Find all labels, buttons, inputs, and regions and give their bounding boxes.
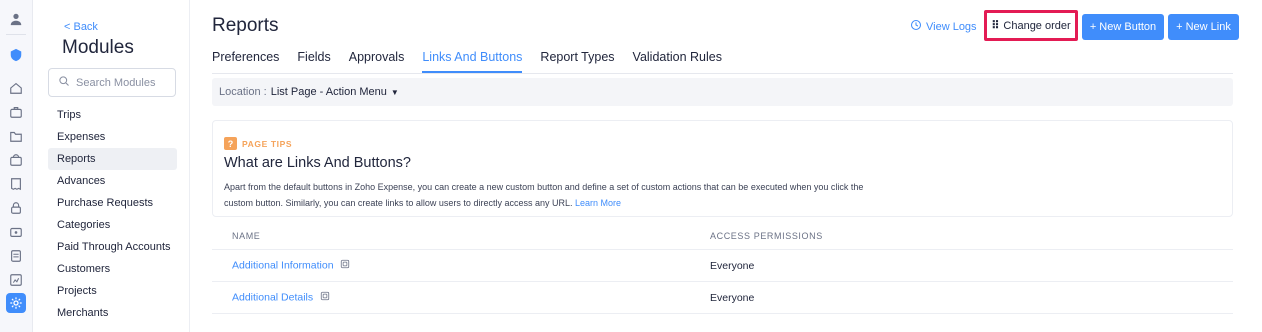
tab-validation-rules[interactable]: Validation Rules	[633, 50, 722, 73]
access-cell: Everyone	[710, 259, 755, 272]
sidebar-item-projects[interactable]: Projects	[48, 280, 177, 302]
tabs-divider	[212, 73, 1233, 74]
chart-icon[interactable]	[6, 270, 26, 290]
page-tips-card: ? PAGE TIPS What are Links And Buttons? …	[212, 120, 1233, 217]
folder-icon[interactable]	[6, 126, 26, 146]
search-icon	[58, 75, 76, 90]
name-cell: Additional Details	[212, 291, 710, 304]
modules-title: Modules	[62, 37, 134, 58]
column-header-access: ACCESS PERMISSIONS	[710, 230, 823, 241]
copy-icon[interactable]	[340, 259, 350, 272]
caret-down-icon[interactable]: ▼	[391, 88, 399, 97]
clock-icon	[910, 19, 926, 34]
sidebar-item-trips[interactable]: Trips	[48, 104, 177, 126]
lock-icon[interactable]	[6, 198, 26, 218]
page-title: Reports	[212, 15, 279, 36]
tab-report-types[interactable]: Report Types	[540, 50, 614, 73]
home-icon[interactable]	[6, 78, 26, 98]
tab-fields[interactable]: Fields	[297, 50, 330, 73]
settings-tabs: Preferences Fields Approvals Links And B…	[212, 50, 740, 73]
location-dropdown[interactable]: List Page - Action Menu	[271, 86, 387, 98]
page-tips-label: PAGE TIPS	[242, 138, 293, 149]
bag-icon[interactable]	[6, 150, 26, 170]
receipt-icon[interactable]	[6, 174, 26, 194]
page-tips-title: What are Links And Buttons?	[224, 155, 411, 171]
back-link[interactable]: < Back	[64, 21, 98, 33]
document-icon[interactable]	[6, 246, 26, 266]
location-filter-bar: Location : List Page - Action Menu ▼	[212, 78, 1233, 106]
modules-sidebar: < Back Modules Search Modules Trips Expe…	[33, 0, 190, 332]
page-tips-line-2: custom button. Similarly, you can create…	[224, 195, 984, 211]
view-logs-link[interactable]: View Logs	[910, 19, 977, 34]
name-cell: Additional Information	[212, 259, 710, 272]
search-placeholder: Search Modules	[76, 76, 156, 89]
row-name-link[interactable]: Additional Details	[232, 291, 313, 303]
new-link-button[interactable]: + New Link	[1168, 14, 1239, 40]
briefcase-icon[interactable]	[6, 102, 26, 122]
copy-icon[interactable]	[320, 291, 330, 304]
drag-grip-icon: ⠿	[991, 20, 999, 32]
change-order-button[interactable]: ⠿ Change order	[984, 10, 1078, 41]
modules-list: Trips Expenses Reports Advances Purchase…	[48, 104, 177, 324]
sidebar-item-advances[interactable]: Advances	[48, 170, 177, 192]
table-row[interactable]: Additional Information Everyone	[212, 250, 1233, 282]
search-modules-input[interactable]: Search Modules	[48, 68, 176, 97]
sidebar-item-merchants[interactable]: Merchants	[48, 302, 177, 324]
tab-links-and-buttons[interactable]: Links And Buttons	[422, 50, 523, 73]
main-content: Reports View Logs ⠿ Change order + New B…	[190, 0, 1262, 332]
table-header: NAME ACCESS PERMISSIONS	[212, 222, 1233, 250]
page-tips-header: ? PAGE TIPS	[224, 137, 292, 150]
change-order-label: Change order	[1003, 19, 1071, 32]
links-buttons-table: NAME ACCESS PERMISSIONS Additional Infor…	[212, 222, 1233, 314]
question-icon: ?	[224, 137, 237, 150]
new-button-button[interactable]: + New Button	[1082, 14, 1164, 40]
learn-more-link[interactable]: Learn More	[575, 198, 621, 208]
user-avatar-icon[interactable]	[6, 9, 26, 29]
sidebar-item-expenses[interactable]: Expenses	[48, 126, 177, 148]
shield-badge-icon[interactable]	[6, 45, 26, 65]
access-cell: Everyone	[710, 291, 755, 304]
location-label: Location :	[219, 86, 267, 98]
page-tips-line-1: Apart from the default buttons in Zoho E…	[224, 182, 864, 192]
table-row[interactable]: Additional Details Everyone	[212, 282, 1233, 314]
column-header-name: NAME	[232, 230, 261, 241]
tab-preferences[interactable]: Preferences	[212, 50, 279, 73]
sidebar-item-paid-through-accounts[interactable]: Paid Through Accounts	[48, 236, 177, 258]
sidebar-item-categories[interactable]: Categories	[48, 214, 177, 236]
card-icon[interactable]	[6, 222, 26, 242]
sidebar-item-reports[interactable]: Reports	[48, 148, 177, 170]
row-name-link[interactable]: Additional Information	[232, 259, 334, 271]
page-tips-body: Apart from the default buttons in Zoho E…	[224, 179, 984, 211]
rail-divider	[6, 34, 26, 35]
view-logs-label: View Logs	[926, 20, 977, 33]
app-icon-rail	[0, 0, 33, 332]
settings-icon[interactable]	[6, 293, 26, 313]
sidebar-item-customers[interactable]: Customers	[48, 258, 177, 280]
page-tips-line-2-text: custom button. Similarly, you can create…	[224, 198, 573, 208]
sidebar-item-purchase-requests[interactable]: Purchase Requests	[48, 192, 177, 214]
tab-approvals[interactable]: Approvals	[349, 50, 405, 73]
